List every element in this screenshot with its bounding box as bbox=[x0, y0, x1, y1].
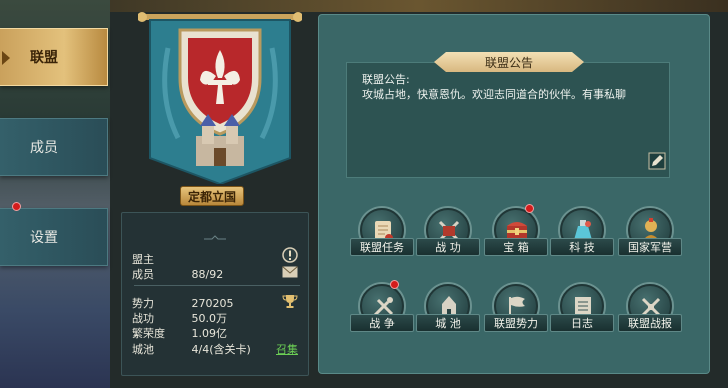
divider-ornament-icon bbox=[204, 235, 226, 240]
members-value: 88/92 bbox=[191, 268, 224, 281]
tab-members-label: 成员 bbox=[30, 140, 58, 156]
alliance-forces-button[interactable]: 联盟势力 bbox=[484, 284, 548, 348]
prosperity-label: 繁荣度 bbox=[132, 327, 165, 340]
alliance-forces-label: 联盟势力 bbox=[484, 314, 548, 332]
members-row: 成员 88/92 bbox=[132, 266, 223, 282]
prosperity-row: 繁荣度 1.09亿 bbox=[132, 325, 227, 341]
tab-alliance-label: 联盟 bbox=[30, 50, 58, 66]
info-divider bbox=[134, 285, 300, 286]
merit-row: 战功 50.0万 bbox=[132, 310, 227, 326]
leader-label: 盟主 bbox=[132, 253, 154, 266]
cities-row: 城池 4/4(含关卡) bbox=[132, 341, 251, 357]
alliance-banner bbox=[138, 12, 302, 184]
treasure-badge-dot bbox=[525, 204, 534, 213]
national-barracks-button[interactable]: 国家军营 bbox=[618, 208, 682, 272]
log-label: 日志 bbox=[550, 314, 614, 332]
alliance-battle-report-button[interactable]: 联盟战报 bbox=[618, 284, 682, 348]
war-badge-dot bbox=[390, 280, 399, 289]
cities-button[interactable]: 城 池 bbox=[416, 284, 480, 348]
technology-button[interactable]: 科 技 bbox=[550, 208, 614, 272]
tab-settings-label: 设置 bbox=[30, 230, 58, 246]
alliance-battle-report-label: 联盟战报 bbox=[618, 314, 682, 332]
exclamation-icon[interactable] bbox=[282, 247, 298, 263]
cities-label: 城 池 bbox=[416, 314, 480, 332]
city-label-badge[interactable]: 定都立国 bbox=[180, 186, 244, 206]
notice-title: 联盟公告 bbox=[434, 52, 584, 72]
power-value: 270205 bbox=[191, 297, 234, 310]
notice-text: 联盟公告: 攻城占地，快意恩仇。欢迎志同道合的伙伴。有事私聊 bbox=[362, 73, 626, 101]
recruit-link[interactable]: 召集 bbox=[276, 341, 298, 357]
power-label: 势力 bbox=[132, 297, 154, 310]
treasure-chest-label: 宝 箱 bbox=[484, 238, 548, 256]
trophy-icon[interactable] bbox=[282, 293, 298, 309]
cities-label: 城池 bbox=[132, 343, 154, 356]
log-button[interactable]: 日志 bbox=[550, 284, 614, 348]
tab-alliance[interactable]: 联盟 bbox=[0, 28, 108, 86]
mail-icon[interactable] bbox=[282, 266, 298, 278]
tab-settings[interactable]: 设置 bbox=[0, 208, 108, 266]
national-barracks-label: 国家军营 bbox=[618, 238, 682, 256]
prosperity-value: 1.09亿 bbox=[191, 327, 228, 340]
alliance-tasks-label: 联盟任务 bbox=[350, 238, 414, 256]
alliance-info-panel: 盟主 成员 88/92 势力 270205 战功 50.0万 繁荣度 1.09亿… bbox=[121, 212, 309, 376]
war-label: 战 争 bbox=[350, 314, 414, 332]
merit-label: 战功 bbox=[132, 312, 154, 325]
power-row: 势力 270205 bbox=[132, 295, 234, 311]
war-button[interactable]: 战 争 bbox=[350, 284, 414, 348]
notice-title-text: 联盟公告 bbox=[484, 55, 533, 70]
settings-badge-dot bbox=[12, 202, 21, 211]
merit-label: 战 功 bbox=[416, 238, 480, 256]
leader-row: 盟主 bbox=[132, 251, 170, 267]
cities-value: 4/4(含关卡) bbox=[191, 343, 251, 356]
city-label-text: 定都立国 bbox=[187, 189, 236, 204]
technology-label: 科 技 bbox=[550, 238, 614, 256]
merit-value: 50.0万 bbox=[191, 312, 228, 325]
tab-members[interactable]: 成员 bbox=[0, 118, 108, 176]
alliance-tasks-button[interactable]: 联盟任务 bbox=[350, 208, 414, 272]
merit-button[interactable]: 战 功 bbox=[416, 208, 480, 272]
edit-notice-icon[interactable] bbox=[648, 152, 666, 170]
treasure-chest-button[interactable]: 宝 箱 bbox=[484, 208, 548, 272]
members-label: 成员 bbox=[132, 268, 154, 281]
tab-arrow-icon bbox=[2, 51, 10, 65]
